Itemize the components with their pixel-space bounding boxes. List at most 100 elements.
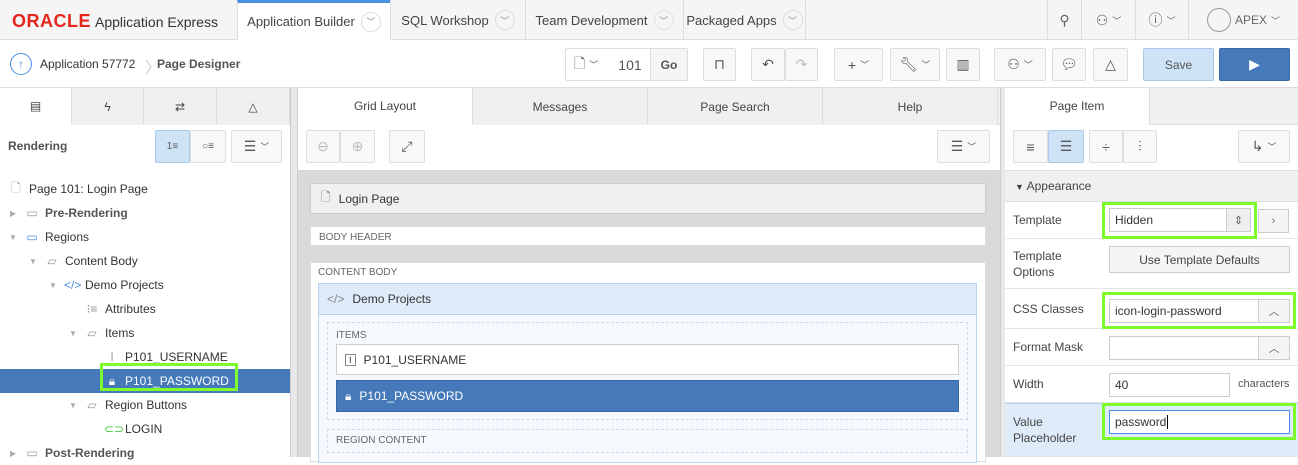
caret-right-icon[interactable]: ▶	[8, 209, 18, 218]
nav-tab-team-development[interactable]: Team Development ﹀	[525, 0, 683, 40]
caret-down-icon[interactable]: ▼	[8, 233, 18, 242]
team-dev-menu-button[interactable]: ⚇ ﹀	[994, 48, 1046, 81]
tab-page-item[interactable]: Page Item	[1005, 88, 1150, 125]
redo-button[interactable]: ↷	[785, 48, 818, 81]
tree-node[interactable]: ▶ ▭ Post-Rendering	[0, 441, 290, 465]
tree-node[interactable]: ▶ ▭ Pre-Rendering	[0, 201, 290, 225]
tab-help[interactable]: Help	[823, 88, 998, 125]
tree-menu-button[interactable]: ☰ ﹀	[231, 130, 282, 163]
caret-right-icon[interactable]: ▶	[8, 449, 18, 458]
tree-node-label: Regions	[45, 230, 90, 244]
utilities-menu-button[interactable]: 🔧︎ ﹀	[890, 48, 940, 81]
goto-group-button[interactable]: ↳ ﹀	[1238, 130, 1290, 163]
panel-splitter[interactable]	[290, 88, 298, 457]
collapse-all-button[interactable]: ÷	[1089, 130, 1123, 163]
tree-node[interactable]: ▼ ▭ Regions	[0, 225, 290, 249]
tab-rendering[interactable]: ▤	[0, 88, 72, 125]
numbered-list-icon: 1≡	[166, 141, 179, 152]
folder-icon: ▭	[26, 446, 38, 460]
run-button[interactable]: ▶︎	[1219, 48, 1290, 81]
unlock-icon: ⊓	[714, 56, 725, 72]
width-input[interactable]: 40	[1109, 373, 1230, 397]
chevron-down-icon[interactable]: ﹀	[782, 10, 803, 30]
highlight-box	[1102, 403, 1296, 440]
expand-all-button[interactable]: ⫶	[1123, 130, 1157, 163]
format-mask-picker[interactable]: ︿	[1258, 336, 1290, 360]
processing-icon: ⇄	[174, 99, 186, 114]
up-arrow-icon[interactable]: ↑	[10, 53, 32, 75]
item-p101-username[interactable]: I P101_USERNAME	[336, 344, 959, 375]
user-menu-button[interactable]: APEX ﹀	[1188, 0, 1298, 40]
tab-grid-layout[interactable]: Grid Layout	[298, 88, 473, 125]
region-content-slot[interactable]: REGION CONTENT	[327, 429, 968, 453]
tree-node-label: LOGIN	[125, 422, 163, 436]
menu-icon: ☰	[243, 138, 257, 154]
tree-node[interactable]: ⁝≡ Attributes	[0, 297, 290, 321]
width-unit: characters	[1238, 378, 1290, 390]
expand-icon: ⤢	[401, 138, 413, 154]
undo-icon: ↶	[762, 56, 774, 72]
tree-node[interactable]: 🗋 Page 101: Login Page	[0, 177, 290, 201]
component-view-button[interactable]: 1≡	[155, 130, 190, 163]
create-menu-button[interactable]: + ﹀	[834, 48, 883, 81]
page-selector[interactable]: 🗋 ﹀ 101 Go	[565, 48, 688, 81]
caret-down-icon[interactable]: ▼	[68, 329, 78, 338]
expand-button[interactable]: ⤢	[389, 130, 425, 163]
help-icon: ⓘ	[1148, 12, 1163, 28]
page-icon: 🗋	[574, 54, 586, 71]
shared-components-button[interactable]: ▥	[946, 48, 980, 81]
nav-tab-application-builder[interactable]: Application Builder ﹀	[237, 0, 390, 40]
tree-node[interactable]: ▼ ▱ Items	[0, 321, 290, 345]
tab-processing[interactable]: ⇄	[144, 88, 217, 125]
oracle-apex-logo[interactable]: ORACLE Application Express	[12, 11, 218, 32]
tree-node[interactable]: ▼ ▱ Content Body	[0, 249, 290, 273]
tree-node-label: Post-Rendering	[45, 446, 135, 460]
shared-components-shapes-button[interactable]: △	[1093, 48, 1128, 81]
help-menu-button[interactable]: ⓘ ﹀	[1135, 0, 1188, 40]
group-view-button[interactable]: ○≡	[190, 130, 226, 163]
folder-open-icon: ▱	[87, 398, 97, 412]
nav-tab-sql-workshop[interactable]: SQL Workshop ﹀	[390, 0, 525, 40]
lines-icon: ☰	[1059, 138, 1073, 154]
page-header-region[interactable]: 🗋 Login Page	[310, 183, 986, 214]
caret-down-icon[interactable]: ▼	[48, 281, 58, 290]
lock-button[interactable]: ⊓	[703, 48, 736, 81]
comments-button[interactable]: 💬︎	[1052, 48, 1086, 81]
zoom-out-button[interactable]: ⊖	[306, 130, 340, 163]
search-icon[interactable]: ⚲	[1047, 0, 1081, 40]
tree-node[interactable]: ▼ ▱ Region Buttons	[0, 393, 290, 417]
chevron-right-icon: ›	[1271, 215, 1276, 227]
body-header-slot[interactable]: BODY HEADER	[310, 226, 986, 246]
shapes-icon: △	[248, 99, 258, 114]
tab-dynamic-actions[interactable]: ϟ	[72, 88, 144, 125]
page-number-input[interactable]: 101	[618, 57, 641, 73]
chevron-down-icon[interactable]: ﹀	[653, 10, 674, 30]
tree-node[interactable]: ⊂⊃ LOGIN	[0, 417, 290, 441]
undo-button[interactable]: ↶	[751, 48, 785, 81]
chevron-down-icon[interactable]: ﹀	[360, 11, 381, 32]
folder-icon: ▭	[26, 206, 38, 220]
appearance-section-header[interactable]: ▼ Appearance	[1005, 170, 1298, 202]
save-button[interactable]: Save	[1143, 48, 1214, 81]
tab-messages[interactable]: Messages	[473, 88, 648, 125]
show-all-button[interactable]: ☰	[1048, 130, 1084, 163]
item-p101-password[interactable]: 🔒︎ P101_PASSWORD	[336, 380, 959, 412]
avatar	[1206, 8, 1231, 32]
nav-tab-packaged-apps[interactable]: Packaged Apps ﹀	[683, 0, 806, 40]
show-common-button[interactable]: ≡	[1013, 130, 1048, 163]
breadcrumb-application[interactable]: Application 57772	[40, 57, 135, 71]
template-goto-button[interactable]: ›	[1258, 209, 1289, 233]
caret-down-icon[interactable]: ▼	[28, 257, 38, 266]
tab-shared-components[interactable]: △	[217, 88, 290, 125]
tree-node[interactable]: ▼ </> Demo Projects	[0, 273, 290, 297]
admin-menu-button[interactable]: ⚇ ﹀	[1081, 0, 1135, 40]
region-header[interactable]: </> Demo Projects	[318, 283, 977, 315]
zoom-in-button[interactable]: ⊕	[340, 130, 375, 163]
chevron-down-icon[interactable]: ﹀	[494, 10, 515, 30]
shapes-list-icon: ○≡	[202, 141, 214, 152]
use-template-defaults-button[interactable]: Use Template Defaults	[1109, 246, 1290, 273]
grid-menu-button[interactable]: ☰ ﹀	[937, 130, 990, 163]
caret-down-icon[interactable]: ▼	[68, 401, 78, 410]
tab-page-search[interactable]: Page Search	[648, 88, 823, 125]
go-button[interactable]: Go	[650, 49, 687, 80]
